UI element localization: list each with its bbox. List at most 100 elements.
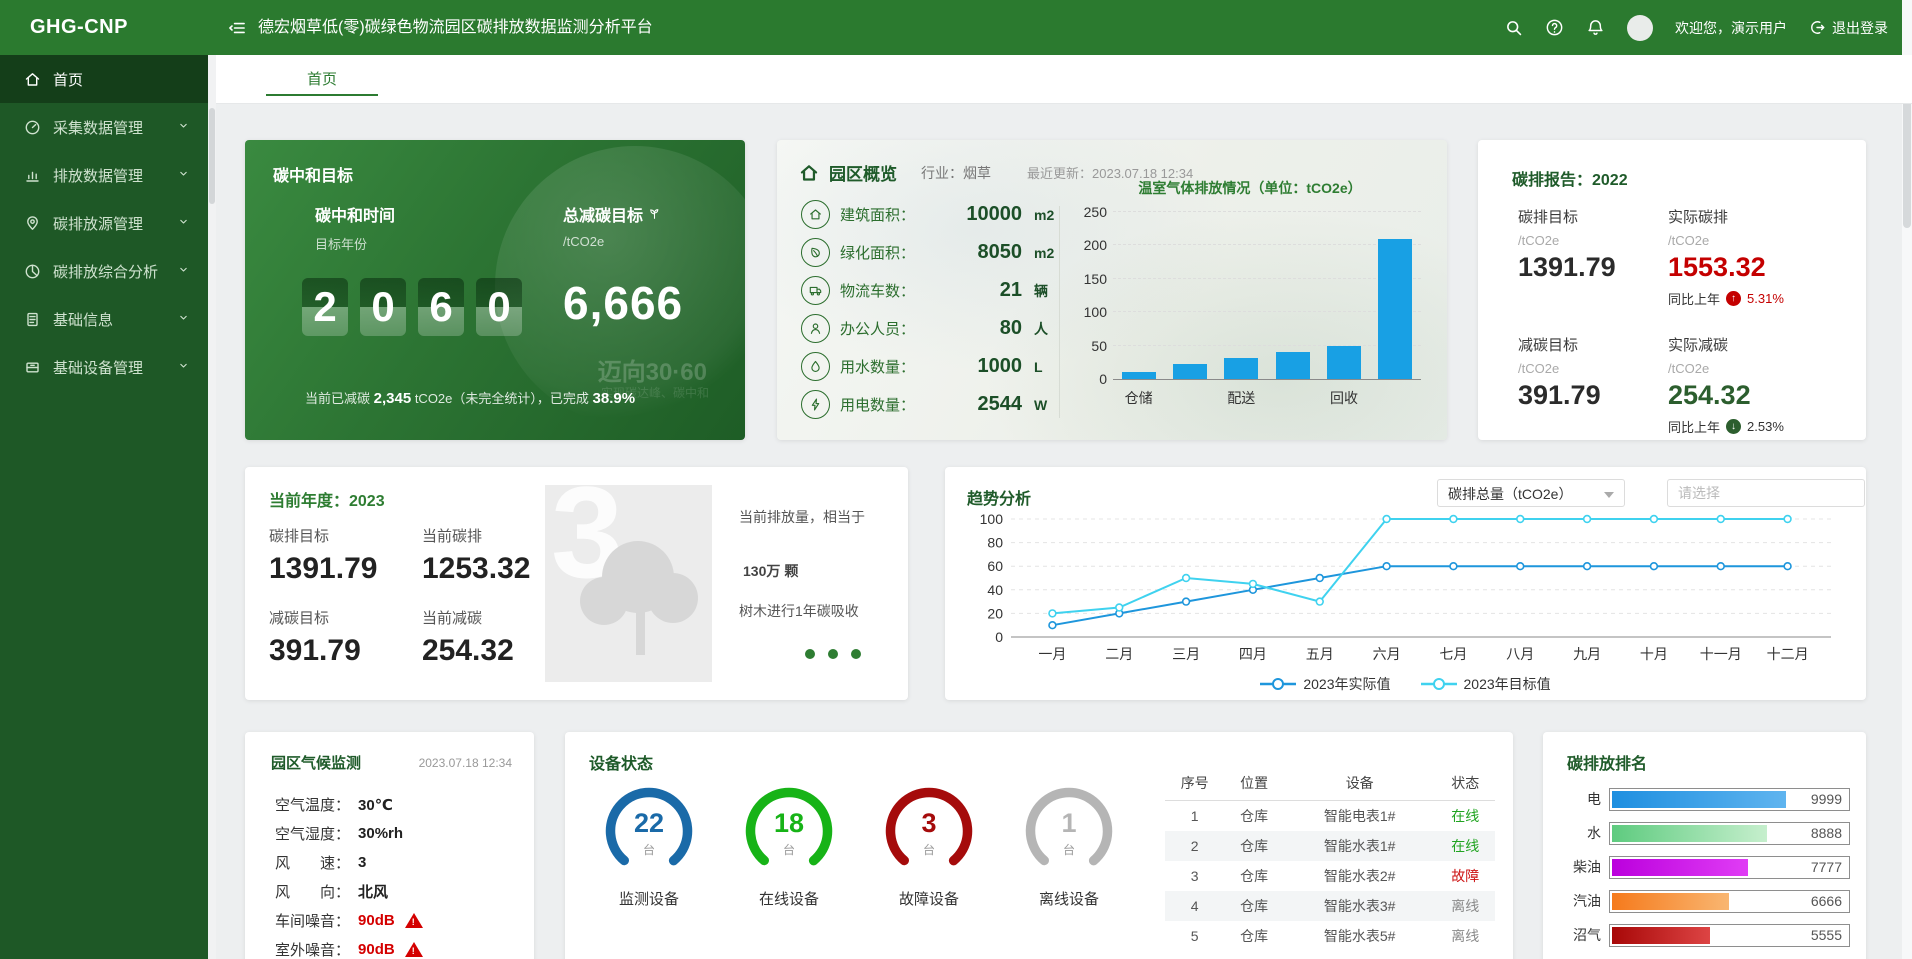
sidebar-item-采集数据管理[interactable]: 采集数据管理 bbox=[0, 103, 208, 151]
metric-value: 1391.79 bbox=[269, 552, 377, 586]
logout-button[interactable]: 退出登录 bbox=[1809, 18, 1888, 38]
emission-ranking-card: 碳排放排名 电 9999 水 8888 柴油 7777 汽油 6666 沼气 5… bbox=[1543, 732, 1866, 959]
bar bbox=[1327, 346, 1361, 379]
home-icon bbox=[799, 163, 819, 183]
timestamp: 2023.07.18 12:34 bbox=[419, 756, 512, 770]
carbon-report-card: 碳排报告：2022 碳排目标 /tCO2e 1391.79实际碳排 /tCO2e… bbox=[1478, 140, 1866, 440]
climate-row: 风 向： 北风 bbox=[275, 877, 518, 906]
tab-home[interactable]: 首页 bbox=[262, 55, 382, 101]
device-gauge: 1 台 离线设备 bbox=[999, 784, 1139, 909]
svg-text:十月: 十月 bbox=[1640, 646, 1668, 662]
sidebar-item-碳排放综合分析[interactable]: 碳排放综合分析 bbox=[0, 247, 208, 295]
card-title: 碳中和目标 bbox=[273, 162, 353, 186]
x-tick-label bbox=[1164, 388, 1215, 408]
legend-item[interactable]: 2023年目标值 bbox=[1421, 674, 1551, 694]
page-title: 德宏烟草低(零)碳绿色物流园区碳排放数据监测分析平台 bbox=[258, 0, 653, 55]
svg-text:十二月: 十二月 bbox=[1767, 646, 1809, 662]
chevron-down-icon bbox=[177, 167, 190, 184]
metric-select[interactable]: 碳排总量（tCO2e） bbox=[1437, 479, 1625, 507]
bell-icon[interactable] bbox=[1586, 18, 1605, 37]
svg-text:九月: 九月 bbox=[1573, 646, 1601, 662]
x-tick-label bbox=[1370, 388, 1421, 408]
sidebar-item-基础设备管理[interactable]: 基础设备管理 bbox=[0, 343, 208, 391]
climate-value: 30℃ bbox=[358, 796, 393, 814]
sidebar-item-基础信息[interactable]: 基础信息 bbox=[0, 295, 208, 343]
sidebar-item-碳排放源管理[interactable]: 碳排放源管理 bbox=[0, 199, 208, 247]
card-title: 碳排放排名 bbox=[1567, 750, 1647, 774]
leaf-icon bbox=[801, 238, 830, 267]
sidebar-collapse-icon[interactable] bbox=[228, 19, 246, 37]
ranking-label: 沼气 bbox=[1555, 925, 1609, 945]
tree-icon bbox=[580, 525, 700, 675]
ranking-value: 6666 bbox=[1811, 891, 1842, 912]
content-scrollbar-thumb[interactable] bbox=[209, 108, 215, 204]
table-row: 2 仓库 智能水表1# 在线 bbox=[1165, 831, 1495, 861]
ranking-value: 9999 bbox=[1811, 789, 1842, 810]
metric-unit: /tCO2e bbox=[1518, 361, 1668, 376]
ranking-bar-fill bbox=[1612, 893, 1729, 910]
legend-item[interactable]: 2023年实际值 bbox=[1260, 674, 1390, 694]
legend-label: 2023年目标值 bbox=[1464, 674, 1551, 694]
year-metric: 当前碳排 1253.32 bbox=[422, 525, 530, 586]
tree-equivalence-graphic: 3 bbox=[545, 485, 712, 682]
stat-label: 建筑面积： bbox=[840, 204, 932, 225]
x-tick-label: 配送 bbox=[1216, 388, 1267, 408]
sidebar-item-排放数据管理[interactable]: 排放数据管理 bbox=[0, 151, 208, 199]
ranking-row: 沼气 5555 bbox=[1555, 918, 1850, 952]
cell-device: 智能水表2# bbox=[1284, 861, 1436, 891]
svg-text:一月: 一月 bbox=[1038, 646, 1066, 662]
climate-label: 风 向： bbox=[275, 881, 350, 902]
water-drop-icon bbox=[801, 352, 830, 381]
stat-value: 8050 bbox=[932, 241, 1022, 264]
avatar[interactable] bbox=[1627, 15, 1653, 41]
metric-unit: /tCO2e bbox=[1668, 233, 1846, 248]
y-tick-label: 50 bbox=[1073, 338, 1107, 354]
gauge-value: 3 bbox=[882, 808, 976, 839]
card-title: 园区气候监测 bbox=[271, 752, 361, 773]
cell-location: 仓库 bbox=[1224, 921, 1283, 951]
document-icon bbox=[24, 311, 41, 328]
chart-title: 温室气体排放情况（单位：tCO2e） bbox=[1069, 178, 1431, 198]
ranking-bar-fill bbox=[1612, 825, 1767, 842]
stat-unit: 辆 bbox=[1034, 281, 1048, 301]
trend-analysis-card: 趋势分析 碳排总量（tCO2e） 020406080100一月二月三月四月五月六… bbox=[945, 467, 1866, 700]
column-header: 序号 bbox=[1165, 766, 1224, 801]
park-overview-card: 园区概览 行业：烟草 最近更新：2023.07.18 12:34 建筑面积： 1… bbox=[777, 140, 1447, 440]
stat-unit: m2 bbox=[1034, 245, 1054, 261]
device-icon bbox=[24, 359, 41, 376]
carbon-neutrality-card: 迈向30·60 实现碳达峰、碳中和 碳中和目标 碳中和时间 目标年份 2060 … bbox=[245, 140, 745, 440]
filter-select-input[interactable] bbox=[1667, 479, 1865, 507]
cell-no: 3 bbox=[1165, 861, 1224, 891]
report-metrics-grid: 碳排目标 /tCO2e 1391.79实际碳排 /tCO2e 1553.32 同… bbox=[1518, 206, 1846, 436]
device-gauges: 22 台 监测设备 18 台 在线设备 3 台 故障设备 1 台 离线设备 bbox=[579, 784, 1139, 909]
y-tick-label: 150 bbox=[1073, 271, 1107, 287]
ranking-label: 电 bbox=[1555, 789, 1609, 809]
watermark-3060: 迈向30·60 bbox=[598, 352, 707, 387]
ranking-value: 8888 bbox=[1811, 823, 1842, 844]
stat-unit: m2 bbox=[1034, 207, 1054, 223]
report-metric: 减碳目标 /tCO2e 391.79 bbox=[1518, 334, 1668, 436]
app-window: GHG-CNP 德宏烟草低(零)碳绿色物流园区碳排放数据监测分析平台 欢迎您，演… bbox=[0, 0, 1912, 959]
stat-unit: 人 bbox=[1034, 319, 1048, 339]
help-icon[interactable] bbox=[1545, 18, 1564, 37]
home-icon bbox=[24, 71, 41, 88]
svg-text:六月: 六月 bbox=[1373, 646, 1401, 662]
x-tick-label bbox=[1267, 388, 1318, 408]
search-icon[interactable] bbox=[1505, 19, 1523, 37]
metric-value: 254.32 bbox=[422, 634, 514, 668]
cell-no: 4 bbox=[1165, 891, 1224, 921]
y-tick-label: 0 bbox=[1073, 371, 1107, 387]
stat-value: 1000 bbox=[932, 355, 1022, 378]
year-metric: 当前减碳 254.32 bbox=[422, 607, 514, 668]
climate-label: 风 速： bbox=[275, 852, 350, 873]
header-actions: 欢迎您，演示用户 退出登录 bbox=[1505, 0, 1888, 55]
divider bbox=[1059, 206, 1060, 418]
ranking-bar-track: 5555 bbox=[1609, 924, 1850, 947]
ghg-bar-chart: 温室气体排放情况（单位：tCO2e） 050100150200250 仓储配送回… bbox=[1069, 178, 1431, 424]
ranking-value: 5555 bbox=[1811, 925, 1842, 946]
yoy-label: 同比上年 bbox=[1668, 417, 1720, 436]
svg-text:0: 0 bbox=[995, 629, 1003, 645]
sidebar-item-首页[interactable]: 首页 bbox=[0, 55, 208, 103]
top-header: GHG-CNP 德宏烟草低(零)碳绿色物流园区碳排放数据监测分析平台 欢迎您，演… bbox=[0, 0, 1912, 55]
metric-unit: /tCO2e bbox=[1668, 361, 1846, 376]
